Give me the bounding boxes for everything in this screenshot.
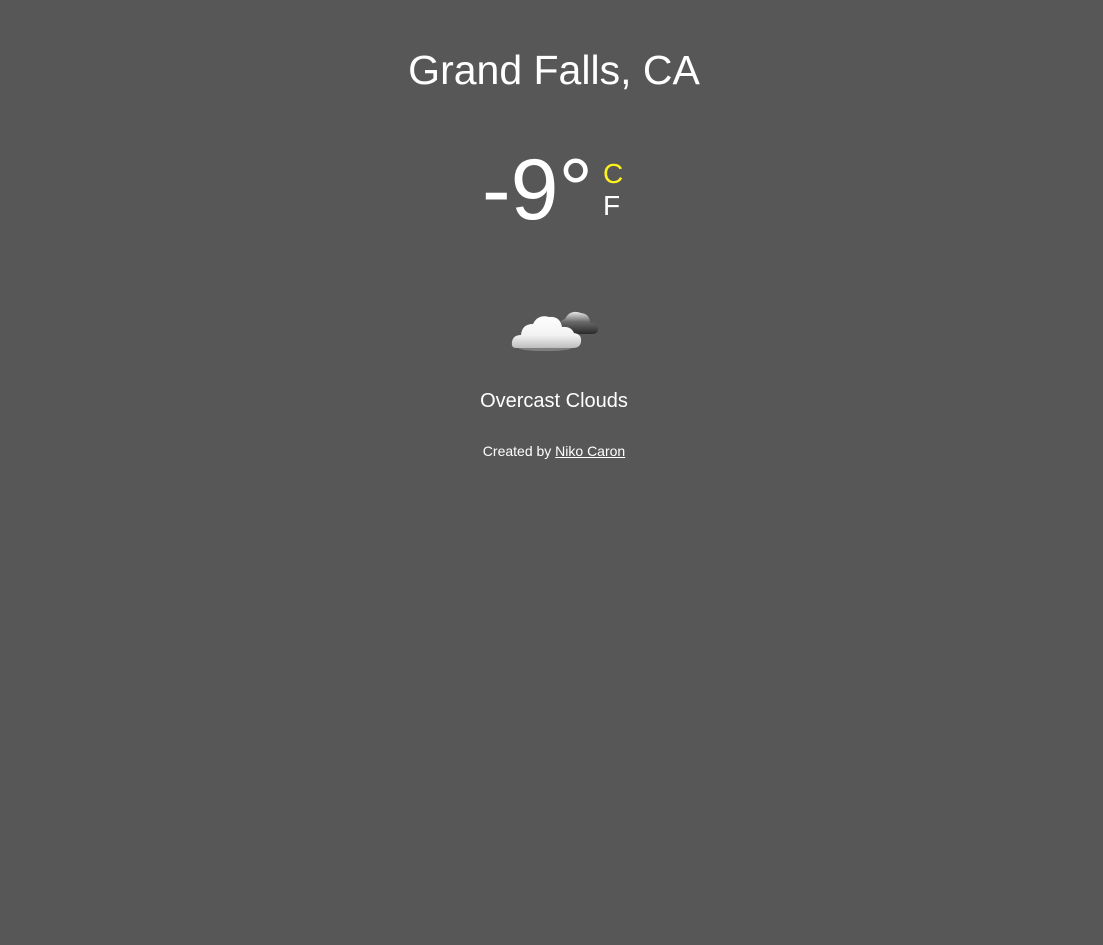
credit-prefix: Created by	[482, 443, 552, 459]
author-link[interactable]: Niko Caron	[555, 443, 625, 459]
fahrenheit-toggle[interactable]: F	[603, 191, 620, 221]
cloud-icon	[511, 311, 598, 351]
celsius-toggle[interactable]: C	[603, 159, 623, 189]
footer-credit: Created by Niko Caron	[0, 443, 1103, 460]
weather-description: Overcast Clouds	[480, 390, 628, 412]
city-name: Grand Falls, CA	[408, 47, 700, 93]
weather-page: Grand Falls, CA -9° C F Overcast Clouds …	[0, 0, 1103, 945]
temperature-value: -9°	[482, 142, 593, 238]
temperature-display: -9° C F	[0, 140, 1103, 240]
